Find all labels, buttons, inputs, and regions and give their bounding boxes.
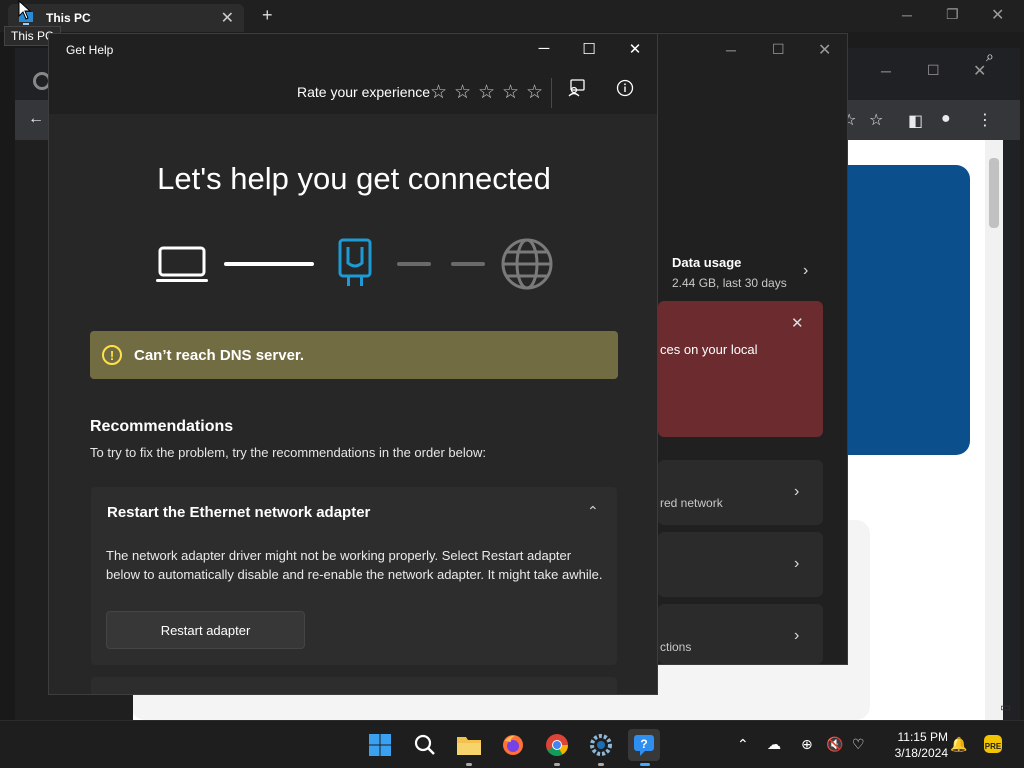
get-help-running-indicator	[640, 763, 650, 766]
settings-row-2-chevron-icon[interactable]: ›	[794, 555, 799, 573]
taskbar-clock[interactable]: 11:15 PM 3/18/2024	[878, 729, 948, 761]
data-usage-chevron-icon[interactable]: ›	[803, 262, 808, 280]
get-help-icon[interactable]: ?	[628, 729, 660, 761]
router-internet-line-a	[397, 262, 431, 266]
chrome-icon[interactable]	[541, 729, 573, 761]
restart-adapter-button[interactable]: Restart adapter	[106, 611, 305, 649]
back-icon[interactable]: ←	[28, 110, 44, 128]
clock-date: 3/18/2024	[894, 746, 948, 760]
minimize-icon[interactable]: ─	[529, 40, 559, 57]
browser-minimize-icon[interactable]: ─	[881, 63, 891, 79]
router-internet-line-b	[451, 262, 485, 266]
svg-text:PRE: PRE	[985, 742, 1002, 751]
svg-text:?: ?	[640, 737, 647, 751]
get-help-titlebar	[49, 34, 657, 66]
clock-time: 11:15 PM	[897, 730, 948, 744]
settings-alert-text: ces on your local	[660, 342, 758, 357]
star-2-icon[interactable]: ☆	[454, 81, 471, 104]
feedback-icon[interactable]	[568, 79, 586, 102]
browser-search-icon[interactable]: ⌕	[986, 48, 994, 65]
rate-experience-label: Rate your experience	[297, 84, 431, 100]
settings-row-3-text: ctions	[660, 640, 692, 654]
rate-separator	[551, 78, 552, 108]
settings-row-1-chevron-icon[interactable]: ›	[794, 483, 799, 501]
router-icon	[337, 237, 373, 294]
start-icon[interactable]	[364, 729, 396, 761]
explorer-tab-title: This PC	[46, 11, 91, 25]
explorer-close-icon[interactable]: ✕	[991, 5, 1004, 25]
page-title: Let's help you get connected	[157, 161, 551, 196]
explorer-running-indicator	[466, 763, 472, 766]
close-icon[interactable]: ✕	[620, 40, 650, 58]
mouse-cursor-icon	[18, 0, 32, 25]
get-help-title: Get Help	[66, 43, 114, 57]
notification-bell-icon[interactable]: 🔔	[950, 736, 967, 753]
card-body: The network adapter driver might not be …	[106, 548, 603, 582]
bookmark-star-filled-icon[interactable]: ☆	[869, 110, 883, 130]
new-tab-button[interactable]: +	[262, 5, 273, 26]
laptop-icon	[155, 245, 209, 290]
settings-row-3-chevron-icon[interactable]: ›	[794, 627, 799, 645]
browser-restore-icon[interactable]: ☐	[927, 62, 940, 79]
chrome-running-indicator	[554, 763, 560, 766]
collapse-chevron-icon[interactable]: ⌃	[587, 503, 599, 520]
data-usage-label: Data usage	[672, 255, 742, 270]
next-recommendation-card[interactable]	[91, 677, 617, 694]
search-icon[interactable]	[409, 729, 441, 761]
volume-muted-icon[interactable]: 🔇	[826, 736, 843, 753]
star-1-icon[interactable]: ☆	[430, 81, 447, 104]
settings-row-1-text: red network	[660, 496, 723, 510]
file-explorer-icon[interactable]	[453, 729, 485, 761]
screen-icon: ▭	[1000, 700, 1012, 714]
network-globe-icon[interactable]: ⊕	[801, 736, 813, 753]
settings-icon[interactable]	[585, 729, 617, 761]
onedrive-icon[interactable]: ☁	[767, 736, 781, 753]
close-tab-icon[interactable]: ✕	[221, 8, 234, 28]
star-4-icon[interactable]: ☆	[502, 81, 519, 104]
dns-error-banner: ! Can’t reach DNS server.	[90, 331, 618, 379]
browser-scroll-thumb[interactable]	[989, 158, 999, 228]
settings-minimize-icon[interactable]: ─	[726, 42, 736, 58]
explorer-restore-icon[interactable]: ❐	[946, 6, 959, 23]
side-panel-icon[interactable]: ◧	[908, 111, 923, 131]
star-5-icon[interactable]: ☆	[526, 81, 543, 104]
star-3-icon[interactable]: ☆	[478, 81, 495, 104]
dns-error-text: Can’t reach DNS server.	[134, 346, 305, 364]
get-help-window: Get Help ─ ☐ ✕ Rate your experience ☆ ☆ …	[48, 33, 658, 695]
warning-icon: !	[102, 345, 122, 365]
profile-icon[interactable]: ●	[941, 110, 951, 128]
browser-close-icon[interactable]: ✕	[973, 61, 986, 81]
firefox-icon[interactable]	[497, 729, 529, 761]
taskbar: ? ⌃ ☁ ⊕ 🔇 ♡ 11:15 PM 3/18/2024 🔔 PRE	[0, 720, 1024, 768]
recommendations-title: Recommendations	[90, 418, 234, 435]
recommendations-subtitle: To try to fix the problem, try the recom…	[90, 445, 486, 460]
show-hidden-icons-chevron-icon[interactable]: ⌃	[737, 736, 749, 753]
restart-adapter-card: Restart the Ethernet network adapter ⌃ T…	[91, 487, 617, 665]
maximize-icon[interactable]: ☐	[574, 40, 604, 58]
more-menu-icon[interactable]: ⋮	[977, 110, 993, 130]
settings-running-indicator	[598, 763, 604, 766]
globe-icon	[500, 237, 554, 296]
explorer-minimize-icon[interactable]: ─	[902, 7, 912, 23]
settings-restore-icon[interactable]: ☐	[772, 41, 785, 58]
info-icon[interactable]	[616, 79, 634, 102]
copilot-icon[interactable]: PRE	[982, 733, 1004, 758]
data-usage-value: 2.44 GB, last 30 days	[672, 276, 787, 290]
settings-close-icon[interactable]: ✕	[818, 40, 831, 60]
card-title[interactable]: Restart the Ethernet network adapter	[107, 504, 370, 521]
alert-close-icon[interactable]: ✕	[791, 314, 804, 332]
battery-icon[interactable]: ♡	[852, 736, 865, 753]
laptop-router-line	[224, 262, 314, 266]
